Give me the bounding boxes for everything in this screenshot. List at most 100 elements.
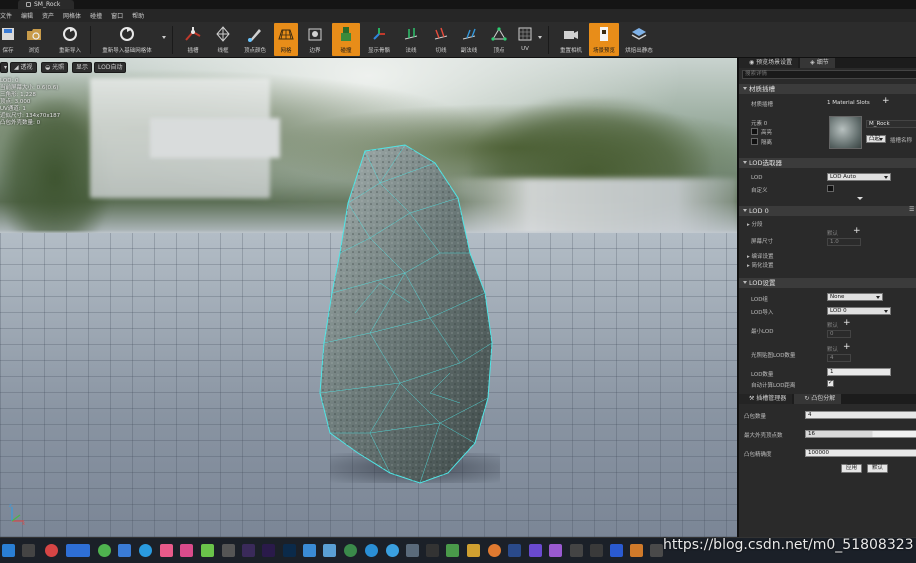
- custom-checkbox[interactable]: [827, 185, 834, 192]
- add-override-icon[interactable]: +: [843, 319, 851, 328]
- max-hull-verts-slider[interactable]: 16: [805, 430, 916, 438]
- viewport-options-button[interactable]: ▾: [0, 62, 8, 73]
- app-icon[interactable]: [650, 544, 663, 557]
- preview-scene-button[interactable]: 场景预览: [589, 23, 619, 56]
- app-icon[interactable]: [406, 544, 419, 557]
- show-pivot-button[interactable]: 显示骨骼: [364, 23, 394, 56]
- vertices-button[interactable]: 顶点: [486, 23, 512, 56]
- add-material-slot-icon[interactable]: +: [882, 97, 890, 106]
- lit-button[interactable]: ◒ 光照: [41, 62, 69, 73]
- menu-file[interactable]: 文件: [0, 11, 12, 20]
- add-override-icon[interactable]: +: [843, 343, 851, 352]
- menu-mesh[interactable]: 网格体: [63, 11, 81, 20]
- bounds-button[interactable]: 边界: [302, 23, 328, 56]
- material-name-field[interactable]: M_Rock: [866, 120, 916, 128]
- app-icon[interactable]: [160, 544, 173, 557]
- app-icon[interactable]: [590, 544, 603, 557]
- hull-count-field[interactable]: 4: [805, 411, 916, 419]
- hull-accuracy-field[interactable]: 100000: [805, 449, 916, 457]
- expand-arrow-icon[interactable]: [857, 197, 863, 200]
- default-button[interactable]: 默认: [867, 464, 889, 473]
- app-icon[interactable]: [323, 544, 336, 557]
- add-override-icon[interactable]: +: [853, 227, 861, 236]
- app-icon[interactable]: [139, 544, 152, 557]
- socket-button[interactable]: 插槽: [180, 23, 206, 56]
- binormals-button[interactable]: 副法线: [456, 23, 482, 56]
- lod-import-dropdown[interactable]: LOD 0: [827, 307, 891, 315]
- screen-size-field[interactable]: 1.0: [827, 238, 861, 246]
- menu-icon[interactable]: ☰: [909, 206, 914, 213]
- sections-row[interactable]: ▸ 分段: [747, 220, 763, 228]
- build-settings-row[interactable]: ▸ 编译设置: [747, 252, 774, 260]
- app-icon[interactable]: [201, 544, 214, 557]
- wechat-icon[interactable]: [98, 544, 111, 557]
- uv-button[interactable]: UV: [514, 23, 536, 56]
- section-material-slots[interactable]: 材质插槽: [739, 84, 916, 94]
- app-icon[interactable]: [488, 544, 501, 557]
- lightmap-lod-field[interactable]: 4: [827, 354, 851, 362]
- app-icon[interactable]: [365, 544, 378, 557]
- menu-asset[interactable]: 资产: [42, 11, 54, 20]
- rock-mesh[interactable]: [310, 143, 510, 488]
- isolate-checkbox[interactable]: [751, 138, 758, 145]
- menu-help[interactable]: 帮助: [132, 11, 144, 20]
- tab-socket-manager[interactable]: ⚒ 插槽管理器: [739, 394, 793, 404]
- app-icon[interactable]: [45, 544, 58, 557]
- num-lods-field[interactable]: 1: [827, 368, 891, 376]
- lod-group-dropdown[interactable]: None: [827, 293, 883, 301]
- app-icon[interactable]: [467, 544, 480, 557]
- menu-collision[interactable]: 碰撞: [90, 11, 102, 20]
- chevron-down-icon[interactable]: [538, 36, 542, 39]
- section-lod-settings[interactable]: LOD设置: [739, 278, 916, 288]
- browse-button[interactable]: 浏览: [24, 23, 44, 56]
- app-icon[interactable]: [446, 544, 459, 557]
- app-icon[interactable]: [118, 544, 131, 557]
- reduction-settings-row[interactable]: ▸ 简化设置: [747, 261, 774, 269]
- chevron-down-icon[interactable]: [162, 36, 166, 39]
- min-lod-field[interactable]: 0: [827, 330, 851, 338]
- normals-button[interactable]: 法线: [398, 23, 424, 56]
- app-icon[interactable]: [66, 544, 90, 557]
- tab-details[interactable]: ◈ 细节: [800, 58, 835, 68]
- perspective-button[interactable]: ◢ 透视: [10, 62, 37, 73]
- asset-tab[interactable]: SM_Rock: [18, 0, 75, 9]
- audition-icon[interactable]: [242, 544, 255, 557]
- reimport-base-mesh-button[interactable]: 重新导入基础网格体: [96, 23, 158, 56]
- lod-dropdown[interactable]: LOD Auto: [827, 173, 891, 181]
- taskview-icon[interactable]: [22, 544, 35, 557]
- material-usage-dropdown[interactable]: 凸起: [866, 135, 886, 143]
- tab-convex-decomposition[interactable]: ↻ 凸包分解: [794, 394, 842, 404]
- auto-compute-lod-checkbox[interactable]: [827, 379, 834, 387]
- app-icon[interactable]: [508, 544, 521, 557]
- app-icon[interactable]: [549, 544, 562, 557]
- terminal-icon[interactable]: [426, 544, 439, 557]
- section-lod-picker[interactable]: LOD选取器: [739, 158, 916, 168]
- app-icon[interactable]: [344, 544, 357, 557]
- bake-out-button[interactable]: 烘焙出静态: [622, 23, 656, 56]
- app-icon[interactable]: [386, 544, 399, 557]
- section-lod0[interactable]: LOD 0: [739, 206, 916, 216]
- photoshop-icon[interactable]: [283, 544, 296, 557]
- wireframe-button[interactable]: 线框: [210, 23, 236, 56]
- start-icon[interactable]: [2, 544, 15, 557]
- tangents-button[interactable]: 切线: [428, 23, 454, 56]
- collision-button[interactable]: 碰撞: [332, 23, 360, 56]
- app-icon[interactable]: [630, 544, 643, 557]
- material-thumbnail[interactable]: [829, 116, 862, 149]
- save-button[interactable]: 保存: [0, 23, 16, 56]
- vertex-color-button[interactable]: 顶点颜色: [240, 23, 270, 56]
- app-icon[interactable]: [180, 544, 193, 557]
- details-search-input[interactable]: 搜索详情: [742, 70, 916, 79]
- premiere-icon[interactable]: [262, 544, 275, 557]
- reset-camera-button[interactable]: 重置相机: [556, 23, 586, 56]
- grid-button[interactable]: 网格: [274, 23, 298, 56]
- app-icon[interactable]: [222, 544, 235, 557]
- mesh-viewport[interactable]: ▾ ◢ 透视 ◒ 光照 显示 LOD自动 LOD: 0 当前屏幕大小: 0.6(…: [0, 58, 737, 537]
- menu-edit[interactable]: 编辑: [21, 11, 33, 20]
- app-icon[interactable]: [303, 544, 316, 557]
- tab-preview-scene-settings[interactable]: ◉ 预览场景设置: [739, 58, 799, 68]
- highlight-checkbox[interactable]: [751, 128, 758, 135]
- lod-auto-button[interactable]: LOD自动: [94, 62, 127, 73]
- reimport-button[interactable]: 重新导入: [58, 23, 82, 56]
- vs-icon[interactable]: [529, 544, 542, 557]
